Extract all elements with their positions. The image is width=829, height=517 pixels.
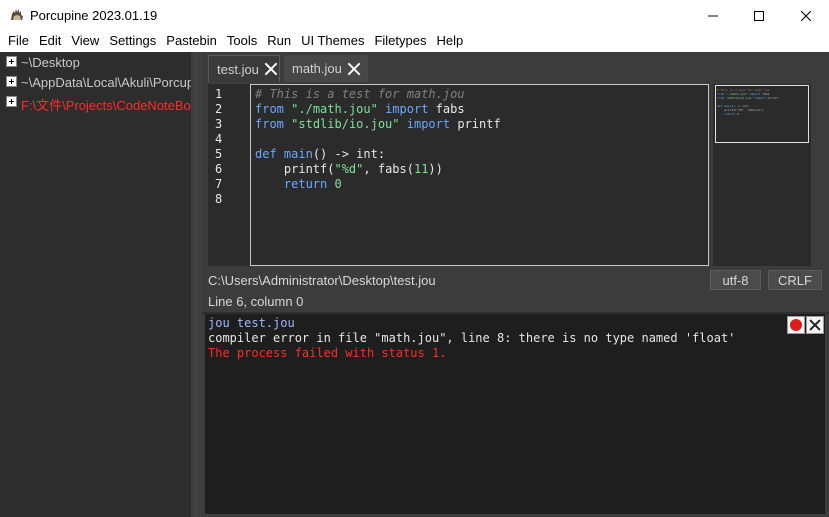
output-failure: The process failed with status 1. bbox=[208, 346, 447, 360]
tree-item-label: ~\Desktop bbox=[21, 55, 80, 70]
code-editor[interactable]: # This is a test for math.jou from "./ma… bbox=[250, 84, 709, 266]
output-error: compiler error in file "math.jou", line … bbox=[208, 331, 736, 345]
directory-tree: ~\Desktop ~\AppData\Local\Akuli\Porcupin… bbox=[0, 52, 191, 517]
file-path: C:\Users\Administrator\Desktop\test.jou bbox=[208, 273, 436, 288]
line-number: 3 bbox=[215, 117, 223, 131]
cursor-status-bar: Line 6, column 0 bbox=[202, 292, 829, 312]
sidebar-splitter[interactable] bbox=[191, 52, 202, 517]
status-bar: C:\Users\Administrator\Desktop\test.jou … bbox=[202, 268, 829, 292]
menu-ui-themes[interactable]: UI Themes bbox=[296, 31, 369, 52]
line-number: 4 bbox=[215, 132, 223, 146]
close-tab-icon[interactable] bbox=[347, 62, 361, 76]
tab-test-jou[interactable]: test.jou bbox=[208, 55, 280, 82]
close-output-icon[interactable] bbox=[806, 316, 824, 334]
tab-label: math.jou bbox=[292, 61, 342, 76]
output-command: jou test.jou bbox=[208, 316, 295, 330]
minimap-line: from "stdlib/io.jou" import printf bbox=[717, 96, 779, 100]
close-tab-icon[interactable] bbox=[264, 62, 278, 76]
run-output-panel[interactable]: jou test.jou compiler error in file "mat… bbox=[205, 314, 825, 514]
code-line: # This is a test for math.jou bbox=[255, 87, 465, 101]
stop-process-icon[interactable] bbox=[787, 316, 805, 334]
menu-settings[interactable]: Settings bbox=[104, 31, 161, 52]
cursor-position: Line 6, column 0 bbox=[208, 294, 304, 309]
minimize-button[interactable] bbox=[690, 0, 736, 31]
encoding-button[interactable]: utf-8 bbox=[710, 270, 761, 290]
tree-item-codenotebook[interactable]: F:\文件\Projects\CodeNoteBook bbox=[0, 92, 191, 113]
tree-item-label: ~\AppData\Local\Akuli\Porcupine bbox=[21, 75, 191, 90]
close-icon bbox=[801, 10, 811, 21]
title-bar: Porcupine 2023.01.19 bbox=[0, 0, 829, 31]
code-line: return 0 bbox=[283, 177, 342, 191]
menu-tools[interactable]: Tools bbox=[222, 31, 262, 52]
tab-label: test.jou bbox=[217, 61, 259, 77]
tree-item-label: F:\文件\Projects\CodeNoteBook bbox=[21, 98, 191, 113]
expand-icon[interactable] bbox=[6, 76, 17, 87]
tab-math-jou[interactable]: math.jou bbox=[284, 55, 368, 82]
output-right-border bbox=[825, 314, 829, 517]
maximize-button[interactable] bbox=[736, 0, 782, 31]
line-number: 5 bbox=[215, 147, 223, 161]
line-number: 2 bbox=[215, 102, 223, 116]
expand-icon[interactable] bbox=[6, 56, 17, 67]
minimize-icon bbox=[708, 15, 718, 16]
tree-item-porcupine[interactable]: ~\AppData\Local\Akuli\Porcupine bbox=[0, 72, 191, 92]
line-number: 8 bbox=[215, 192, 223, 206]
porcupine-app-icon bbox=[11, 9, 23, 20]
menu-pastebin[interactable]: Pastebin bbox=[161, 31, 222, 52]
line-number: 6 bbox=[215, 162, 223, 176]
menu-file[interactable]: File bbox=[0, 31, 34, 52]
expand-icon[interactable] bbox=[6, 96, 17, 107]
close-window-button[interactable] bbox=[783, 0, 829, 31]
menu-view[interactable]: View bbox=[66, 31, 104, 52]
minimap-line: return 0 bbox=[724, 112, 739, 116]
editor-area: test.jou math.jou 1 2 3 4 5 6 7 8 # This… bbox=[202, 52, 829, 312]
menu-edit[interactable]: Edit bbox=[34, 31, 66, 52]
menu-filetypes[interactable]: Filetypes bbox=[369, 31, 431, 52]
line-number: 7 bbox=[215, 177, 223, 191]
code-line: def main() -> int: bbox=[255, 147, 386, 161]
code-line: from "./math.jou" import fabs bbox=[255, 102, 465, 116]
line-ending-button[interactable]: CRLF bbox=[768, 270, 822, 290]
code-line: printf("%d", fabs(11)) bbox=[255, 162, 443, 176]
code-line: from "stdlib/io.jou" import printf bbox=[255, 117, 501, 131]
editor-scrollbar[interactable] bbox=[815, 84, 825, 266]
maximize-icon bbox=[754, 10, 764, 21]
line-number: 1 bbox=[215, 87, 223, 101]
menu-bar: File Edit View Settings Pastebin Tools R… bbox=[0, 31, 829, 52]
menu-run[interactable]: Run bbox=[262, 31, 296, 52]
tab-bar: test.jou math.jou bbox=[202, 52, 829, 82]
tree-item-desktop[interactable]: ~\Desktop bbox=[0, 52, 191, 72]
menu-help[interactable]: Help bbox=[431, 31, 468, 52]
line-number-gutter: 1 2 3 4 5 6 7 8 bbox=[208, 84, 250, 266]
window-title: Porcupine 2023.01.19 bbox=[30, 8, 158, 23]
minimap[interactable]: # This is a test for math.jou from "./ma… bbox=[713, 84, 811, 266]
